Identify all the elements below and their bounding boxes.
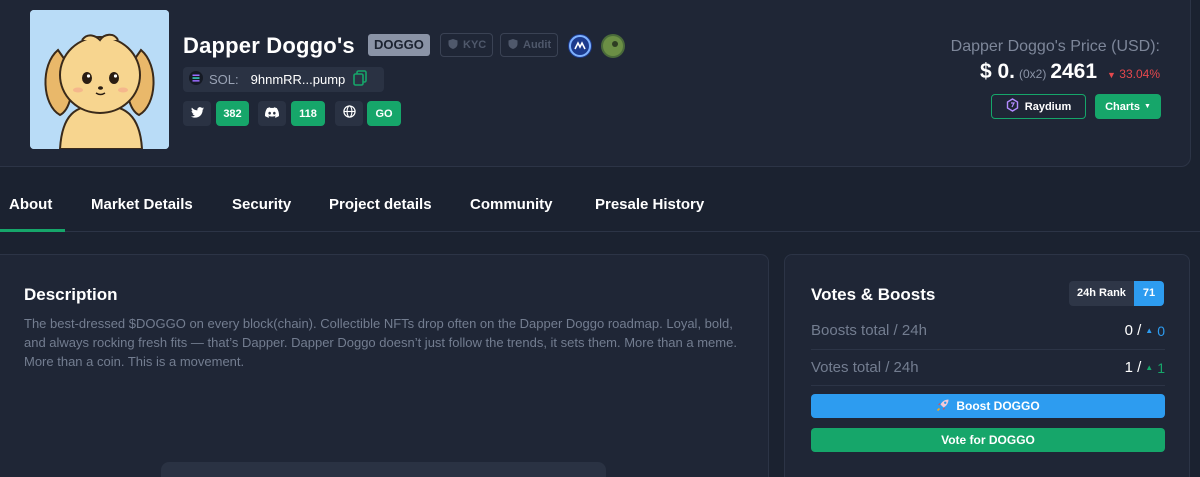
votes-24h: 1 xyxy=(1157,359,1165,376)
twitter-button[interactable] xyxy=(183,101,211,126)
discord-count[interactable]: 118 xyxy=(291,101,325,126)
shield-icon xyxy=(447,38,459,53)
token-avatar xyxy=(30,10,169,149)
price-digits: 2461 xyxy=(1050,60,1098,83)
tab-security[interactable]: Security xyxy=(232,196,291,213)
tab-community[interactable]: Community xyxy=(470,196,553,213)
arrow-up-icon: ▲ xyxy=(1145,363,1154,372)
tab-project-details[interactable]: Project details xyxy=(329,196,432,213)
website-go-button[interactable]: GO xyxy=(367,101,401,126)
caret-down-icon: ▼ xyxy=(1107,70,1116,80)
rank-label: 24h Rank xyxy=(1069,281,1134,306)
boost-button-label: Boost DOGGO xyxy=(956,399,1040,413)
votes-label: Votes total / 24h xyxy=(811,359,919,376)
boosts-label: Boosts total / 24h xyxy=(811,322,927,339)
raydium-icon xyxy=(1006,98,1019,115)
tab-bar: About Market Details Security Project de… xyxy=(0,180,1200,232)
shield-icon xyxy=(507,38,519,53)
price-zero-count: (0x2) xyxy=(1018,67,1047,81)
price-change-value: 33.04% xyxy=(1119,67,1160,81)
discord-button[interactable] xyxy=(258,101,286,126)
audit-badge[interactable]: Audit xyxy=(500,33,559,57)
boosts-total: 0 / xyxy=(1124,322,1142,339)
coinmarketcap-icon[interactable] xyxy=(568,34,592,58)
tab-presale-history[interactable]: Presale History xyxy=(595,196,704,213)
votes-total: 1 / xyxy=(1124,359,1142,376)
solana-icon xyxy=(189,71,203,88)
boosts-value: 0 / ▲ 0 xyxy=(1125,322,1165,339)
coingecko-icon[interactable] xyxy=(601,34,625,58)
votes-boosts-title: Votes & Boosts xyxy=(811,285,936,304)
rocket-icon xyxy=(936,398,950,415)
arrow-up-icon: ▲ xyxy=(1145,326,1154,335)
globe-icon xyxy=(342,104,356,123)
charts-label: Charts xyxy=(1105,100,1140,113)
price-change: ▼ 33.04% xyxy=(1107,67,1160,81)
votes-value: 1 / ▲ 1 xyxy=(1125,359,1165,376)
kyc-badge[interactable]: KYC xyxy=(440,33,494,57)
contract-address: 9hnmRR...pump xyxy=(250,72,346,87)
price-row: $ 0. (0x2) 2461 ▼ 33.04% xyxy=(980,60,1160,84)
price-prefix: $ 0. xyxy=(979,60,1015,83)
tab-market-details[interactable]: Market Details xyxy=(91,196,193,213)
rank-badge: 24h Rank 71 xyxy=(1069,281,1165,306)
twitter-icon xyxy=(190,105,204,123)
token-ticker-badge: DOGGO xyxy=(368,34,430,56)
twitter-count[interactable]: 382 xyxy=(216,101,249,126)
raydium-label: Raydium xyxy=(1024,100,1072,113)
contract-address-box[interactable]: SOL: 9hnmRR...pump xyxy=(183,67,384,92)
tab-about[interactable]: About xyxy=(9,196,52,213)
discord-icon xyxy=(265,105,280,123)
price-label: Dapper Doggo's Price (USD): xyxy=(950,38,1160,55)
caret-down-icon: ▼ xyxy=(1143,103,1151,110)
votes-row: Votes total / 24h 1 / ▲ 1 xyxy=(811,359,1165,376)
chain-label: SOL: xyxy=(209,72,239,87)
boosts-row: Boosts total / 24h 0 / ▲ 0 xyxy=(811,322,1165,339)
audit-label: Audit xyxy=(523,39,552,51)
description-inner-panel xyxy=(161,462,606,477)
kyc-label: KYC xyxy=(463,39,487,51)
active-tab-indicator xyxy=(0,229,65,232)
description-title: Description xyxy=(24,285,118,304)
divider xyxy=(811,349,1165,350)
boosts-24h: 0 xyxy=(1157,322,1165,339)
divider xyxy=(811,385,1165,386)
rank-value: 71 xyxy=(1133,281,1165,306)
website-button[interactable] xyxy=(335,101,363,126)
charts-dropdown-button[interactable]: Charts ▼ xyxy=(1095,94,1161,119)
raydium-button[interactable]: Raydium xyxy=(991,94,1086,119)
token-name: Dapper Doggo's xyxy=(183,33,355,58)
copy-icon[interactable] xyxy=(353,70,368,89)
boost-button[interactable]: Boost DOGGO xyxy=(811,394,1165,418)
description-text: The best-dressed $DOGGO on every block(c… xyxy=(24,316,737,369)
vote-button[interactable]: Vote for DOGGO xyxy=(811,428,1165,452)
